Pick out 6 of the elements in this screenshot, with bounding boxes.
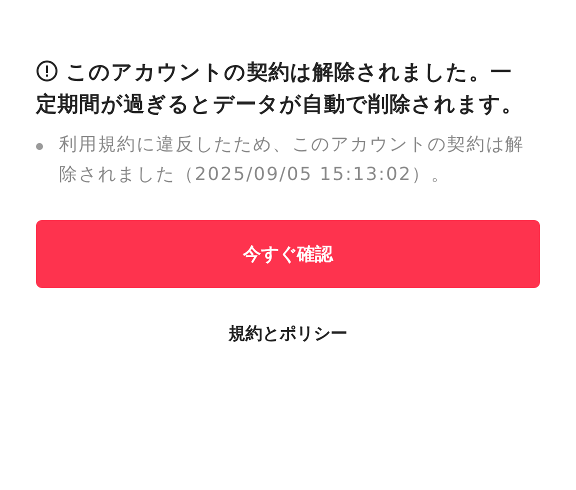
detail-text: 利用規約に違反したため、このアカウントの契約は解除されました（2025/09/05 15:13:02）。	[59, 133, 526, 187]
bullet-icon	[36, 143, 43, 150]
policy-link[interactable]: 規約とポリシー	[228, 322, 348, 345]
notice-title: このアカウントの契約は解除されました。一定期間が過ぎるとデータが自動で削除されます。	[36, 59, 524, 118]
confirm-button[interactable]: 今すぐ確認	[36, 220, 540, 288]
alert-icon	[36, 60, 58, 82]
